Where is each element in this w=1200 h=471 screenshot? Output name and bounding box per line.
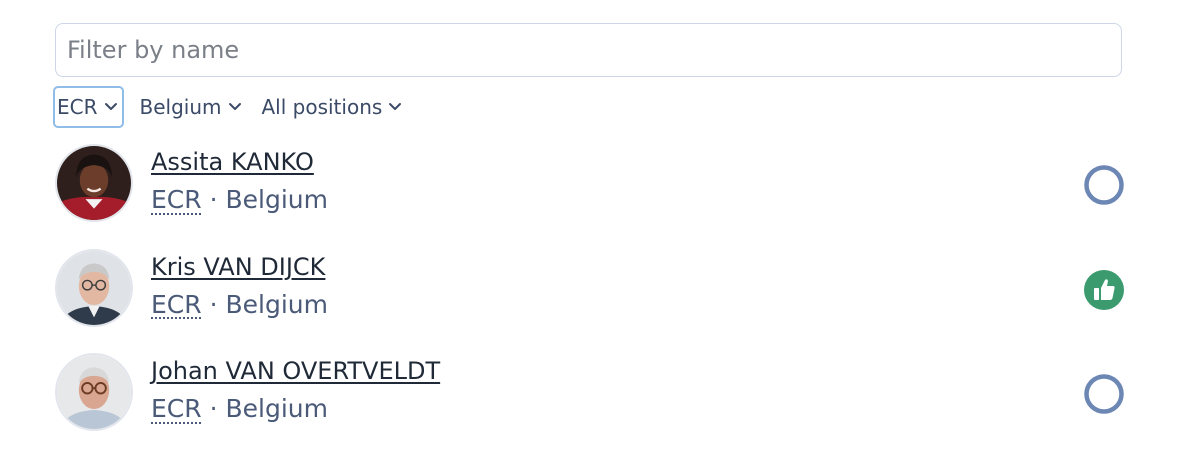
- thumbs-up-icon[interactable]: [1083, 269, 1125, 311]
- search-input[interactable]: [55, 23, 1122, 77]
- country-label: Belgium: [225, 289, 328, 319]
- country-filter-dropdown[interactable]: Belgium: [136, 86, 246, 128]
- meta-separator: ·: [201, 289, 226, 319]
- avatar: [55, 353, 133, 431]
- list-item: Johan VAN OVERTVELDT ECR · Belgium: [55, 349, 1125, 454]
- position-filter-dropdown[interactable]: All positions: [258, 86, 407, 128]
- chevron-down-icon: [228, 103, 241, 110]
- position-filter-label: All positions: [261, 95, 383, 119]
- group-filter-dropdown[interactable]: ECR: [53, 86, 124, 128]
- member-meta: ECR · Belgium: [151, 290, 328, 319]
- member-list: Assita KANKO ECR · Belgium Kris VAN DIJC…: [55, 140, 1125, 454]
- member-meta: ECR · Belgium: [151, 394, 328, 423]
- group-abbreviation: ECR: [151, 185, 202, 214]
- country-label: Belgium: [225, 394, 328, 423]
- country-label: Belgium: [225, 185, 328, 214]
- member-meta: ECR · Belgium: [151, 185, 328, 214]
- member-name-link[interactable]: Johan VAN OVERTVELDT: [151, 357, 440, 385]
- group-filter-label: ECR: [57, 95, 98, 119]
- country-filter-label: Belgium: [139, 95, 222, 119]
- meta-separator: ·: [201, 394, 226, 423]
- group-abbreviation: ECR: [151, 394, 202, 423]
- chevron-down-icon: [104, 103, 117, 110]
- meta-separator: ·: [201, 185, 226, 214]
- chevron-down-icon: [389, 103, 402, 110]
- empty-circle-icon[interactable]: [1083, 373, 1125, 415]
- avatar: [55, 144, 133, 222]
- member-name-link[interactable]: Assita KANKO: [151, 148, 314, 176]
- list-item: Kris VAN DIJCK ECR · Belgium: [55, 245, 1125, 350]
- member-name-link[interactable]: Kris VAN DIJCK: [151, 253, 325, 281]
- empty-circle-icon[interactable]: [1083, 164, 1125, 206]
- group-abbreviation: ECR: [151, 289, 202, 319]
- filter-bar: ECR Belgium All positions: [53, 86, 406, 128]
- avatar: [55, 248, 133, 327]
- list-item: Assita KANKO ECR · Belgium: [55, 140, 1125, 245]
